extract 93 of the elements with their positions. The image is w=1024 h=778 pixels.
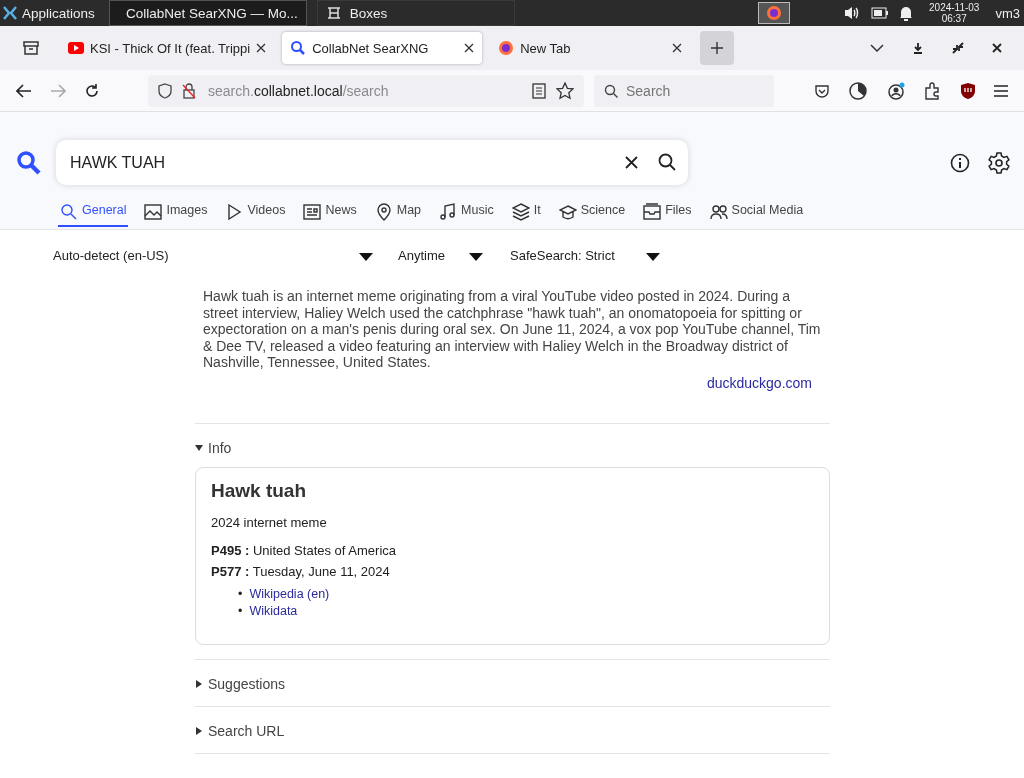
infobox-title: Hawk tuah [211, 479, 308, 502]
search-icon[interactable] [658, 153, 676, 171]
dropdown-triangle-icon [646, 253, 660, 261]
music-note-icon [439, 203, 458, 221]
dropdown-triangle-icon [359, 253, 373, 261]
browser-tab[interactable]: KSI - Thick Of It (feat. Trippi [60, 32, 275, 64]
browser-tray-button[interactable] [757, 2, 790, 24]
category-tab[interactable]: Music [437, 201, 496, 227]
url-field[interactable]: search.collabnet.local/search [148, 74, 584, 107]
url-text: search.collabnet.local/search [208, 82, 389, 99]
pocket-icon[interactable] [814, 82, 830, 99]
source-link[interactable]: duckduckgo.com [706, 374, 812, 423]
infobox-attribute: P495 : United States of America [211, 541, 397, 560]
graduation-cap-icon [558, 203, 577, 221]
dropdown-triangle-icon [469, 253, 483, 261]
bullet: • [238, 602, 243, 620]
newspaper-icon [303, 203, 322, 221]
infobox-link[interactable]: Wikidata [249, 602, 298, 620]
browser-search-field[interactable]: Search [594, 74, 774, 107]
reload-icon[interactable] [84, 82, 100, 99]
answer-text: Hawk tuah is an internet meme originating from a viral YouTube video posted in 2024. During a street interview, Haliey Welch used the catchphrase "hawk tuah", an onomatopoeia for spitting or expectoration on a man's penis during oral sex. On June 11, 2024, a vox pop YouTube channel, Tim & Dee TV, released a video featuring an interview with Haliey Welch in the Broadway district of Nashville, Tennessee, United States. [203, 288, 822, 371]
category-tab[interactable]: Videos [223, 201, 288, 227]
new-tab-button[interactable] [700, 31, 735, 65]
browser-tab[interactable]: CollabNet SearXNG [282, 32, 483, 64]
browser-icon [765, 5, 782, 21]
insecure-lock-icon[interactable] [182, 82, 196, 99]
back-arrow-icon[interactable] [16, 83, 32, 98]
applications-menu[interactable]: Applications [0, 5, 99, 21]
clock-date: 2024-11-03 [929, 2, 980, 13]
category-tab[interactable]: General [58, 201, 129, 227]
timer-icon[interactable] [848, 80, 868, 101]
section-toggle[interactable]: Info [195, 439, 232, 456]
account-icon[interactable] [886, 80, 906, 101]
layers-icon [511, 203, 530, 221]
map-pin-icon [374, 203, 393, 221]
reader-view-icon[interactable] [532, 82, 546, 99]
restore-icon[interactable] [952, 42, 964, 54]
filter-dropdown[interactable]: Anytime [398, 247, 483, 263]
close-icon[interactable] [992, 43, 1002, 53]
search-logo-icon[interactable] [16, 149, 42, 176]
category-tab[interactable]: Social Media [707, 201, 806, 227]
extensions-puzzle-icon[interactable] [924, 81, 942, 100]
menu-icon[interactable] [994, 84, 1008, 97]
category-tab[interactable]: Science [556, 201, 628, 227]
notification-bell-icon[interactable] [899, 5, 913, 21]
people-icon [709, 203, 728, 221]
info-icon[interactable] [950, 152, 970, 173]
section-toggle[interactable]: Search URL [195, 722, 285, 739]
disclosure-triangle-icon [195, 679, 203, 688]
search-icon [604, 83, 618, 98]
category-tab[interactable]: News [301, 201, 359, 227]
minimize-icon[interactable] [912, 42, 924, 54]
clock-time: 06:37 [941, 13, 967, 24]
tab-list-chevron-icon[interactable] [870, 44, 884, 52]
shield-extension-icon[interactable] [960, 81, 976, 100]
clear-icon[interactable] [625, 156, 638, 169]
image-icon [144, 203, 163, 221]
play-icon [225, 203, 244, 221]
browser-tab[interactable]: New Tab [490, 32, 691, 64]
search-icon [60, 203, 78, 221]
bookmark-star-icon[interactable] [556, 81, 574, 100]
section-toggle[interactable]: Suggestions [195, 675, 286, 692]
inbox-tray-icon [643, 203, 662, 221]
disclosure-triangle-icon [195, 726, 203, 735]
infobox-attribute: P577 : Tuesday, June 11, 2024 [211, 562, 391, 581]
boxes-icon [325, 5, 342, 21]
plus-icon [710, 41, 725, 55]
infobox-link[interactable]: Wikipedia (en) [249, 585, 330, 603]
category-tab[interactable]: Map [372, 201, 424, 227]
taskbar-task[interactable]: Boxes [316, 0, 515, 26]
browser-icon [498, 40, 515, 56]
search-icon [290, 40, 307, 56]
close-tab-icon[interactable] [464, 43, 475, 53]
tab-overview-icon[interactable] [22, 40, 40, 56]
close-tab-icon[interactable] [256, 43, 267, 53]
taskbar-task[interactable]: CollabNet SearXNG — Mo... [108, 0, 307, 26]
query-field[interactable]: HAWK TUAH [56, 140, 688, 185]
disclosure-triangle-icon [195, 443, 203, 452]
category-tab[interactable]: Images [142, 201, 210, 227]
shield-icon[interactable] [158, 82, 172, 99]
play-logo-icon [68, 42, 84, 54]
infobox-subtitle: 2024 internet meme [211, 514, 328, 530]
app-logo-icon[interactable] [2, 5, 18, 21]
category-tab[interactable]: It [509, 201, 543, 227]
close-tab-icon[interactable] [672, 43, 683, 53]
user-name: vm3 [995, 5, 1020, 21]
volume-icon[interactable] [843, 5, 861, 21]
settings-icon[interactable] [988, 151, 1010, 174]
filter-dropdown[interactable]: SafeSearch: Strict [510, 247, 660, 263]
bullet: • [238, 585, 243, 603]
category-tab[interactable]: Files [641, 201, 694, 227]
battery-icon[interactable] [871, 7, 889, 19]
filter-dropdown[interactable]: Auto-detect (en-US) [53, 247, 373, 263]
